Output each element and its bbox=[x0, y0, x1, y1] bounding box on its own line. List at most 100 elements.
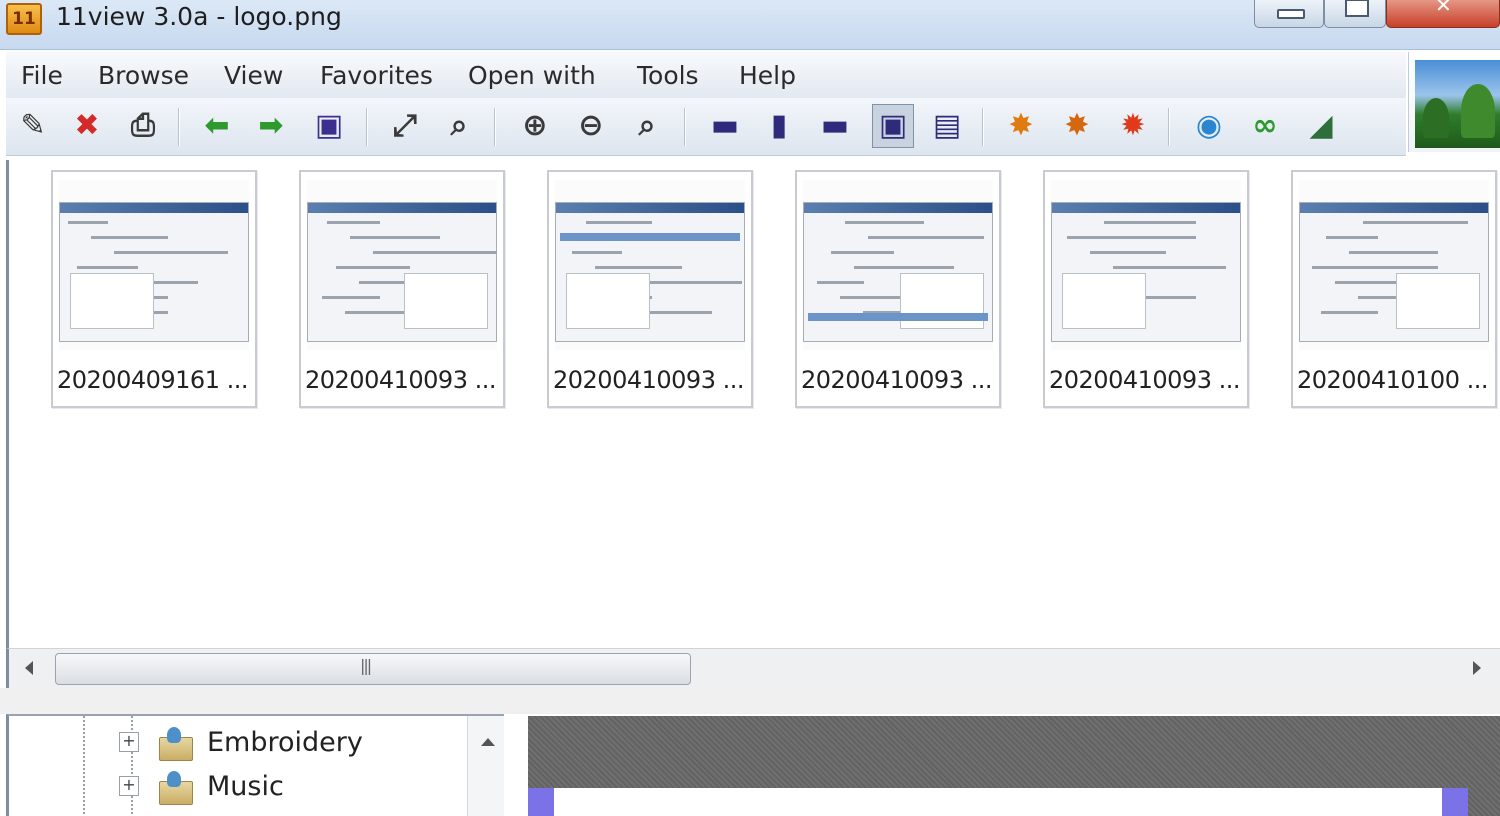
thumbnail-filename: 20200410093 ... bbox=[801, 366, 992, 394]
screenshot-preview bbox=[59, 202, 249, 342]
view-film-button[interactable]: ▤ bbox=[926, 104, 968, 148]
contrast-button[interactable]: ✹ bbox=[1112, 104, 1154, 148]
screenshot-preview bbox=[555, 202, 745, 342]
zoom-fit-button[interactable]: ⌕ bbox=[438, 104, 480, 148]
brightness-up-button[interactable]: ✸ bbox=[1000, 104, 1042, 148]
landscape-logo-image bbox=[1415, 60, 1500, 148]
maximize-button[interactable] bbox=[1324, 0, 1386, 28]
thumbnail-image bbox=[1051, 180, 1241, 350]
zoom-in-button[interactable]: ⊕ bbox=[514, 104, 556, 148]
forward-arrow-button[interactable]: ➡ bbox=[250, 104, 292, 148]
menu-file[interactable]: File bbox=[21, 56, 63, 96]
expand-icon[interactable]: + bbox=[119, 776, 139, 796]
brightness-up-icon: ✸ bbox=[1008, 108, 1034, 143]
menu-view[interactable]: View bbox=[224, 56, 283, 96]
view-wide-button[interactable]: ▬ bbox=[814, 104, 856, 148]
fullscreen-icon: ⤢ bbox=[393, 108, 417, 143]
contrast-icon: ✹ bbox=[1120, 108, 1146, 143]
thumbnail-filename: 20200410100 ... bbox=[1297, 366, 1488, 394]
delete-button[interactable]: ✖ bbox=[66, 104, 108, 148]
thumbnail-image bbox=[1299, 180, 1489, 350]
zoom-out-button[interactable]: ⊖ bbox=[570, 104, 612, 148]
edit-button[interactable]: ✎ bbox=[12, 104, 54, 148]
scroll-right-icon[interactable] bbox=[1473, 661, 1481, 675]
thumbnail-image bbox=[555, 180, 745, 350]
scroll-up-icon[interactable] bbox=[481, 738, 495, 746]
tree-item-label: Music bbox=[207, 770, 284, 802]
screenshot-preview bbox=[1299, 202, 1489, 342]
thumbnail-item[interactable]: 20200410093 ... bbox=[547, 170, 753, 408]
thumbnail-item[interactable]: 20200410093 ... bbox=[299, 170, 505, 408]
thumbnail-filename: 20200410093 ... bbox=[1049, 366, 1240, 394]
expand-icon[interactable]: + bbox=[119, 732, 139, 752]
folder-icon bbox=[157, 769, 193, 805]
logo-preview bbox=[1408, 52, 1500, 152]
thumbnail-image bbox=[307, 180, 497, 350]
screenshot-preview bbox=[803, 202, 993, 342]
forward-arrow-icon: ➡ bbox=[258, 108, 284, 143]
tree-item-embroidery[interactable]: + Embroidery bbox=[119, 722, 363, 762]
view-tall-icon: ▮ bbox=[770, 108, 788, 143]
image-preview-pane bbox=[528, 716, 1500, 816]
menu-favorites[interactable]: Favorites bbox=[320, 56, 433, 96]
landscape-image-button[interactable]: ◢ bbox=[1300, 104, 1342, 148]
tree-vertical-scrollbar[interactable] bbox=[467, 716, 504, 816]
thumbnail-item[interactable]: 20200410100 ... bbox=[1291, 170, 1497, 408]
link-button[interactable]: ∞ bbox=[1244, 104, 1286, 148]
rotate-button[interactable]: ◉ bbox=[1188, 104, 1230, 148]
title-bar: 11 11view 3.0a - logo.png bbox=[0, 0, 1500, 50]
brightness-down-button[interactable]: ✸ bbox=[1056, 104, 1098, 148]
screenshot-preview bbox=[307, 202, 497, 342]
zoom-in-icon: ⊕ bbox=[522, 108, 548, 143]
thumbnail-filename: 20200410093 ... bbox=[305, 366, 496, 394]
zoom-fit-icon: ⌕ bbox=[450, 108, 468, 143]
view-small-button[interactable]: ▬ bbox=[704, 104, 746, 148]
slideshow-icon: ▣ bbox=[314, 108, 344, 143]
toolbar-separator bbox=[178, 108, 180, 146]
zoom-actual-button[interactable]: ⌕ bbox=[626, 104, 668, 148]
print-icon: ⎙ bbox=[131, 108, 155, 143]
view-thumbnails-icon: ▣ bbox=[878, 108, 908, 143]
view-wide-icon: ▬ bbox=[820, 108, 850, 143]
menu-tools[interactable]: Tools bbox=[637, 56, 699, 96]
print-button[interactable]: ⎙ bbox=[122, 104, 164, 148]
app-logo-icon: 11 bbox=[6, 3, 42, 35]
scrollbar-thumb[interactable] bbox=[55, 653, 691, 685]
thumbnail-item[interactable]: 20200410093 ... bbox=[795, 170, 1001, 408]
thumbnail-item[interactable]: 20200409161 ... bbox=[51, 170, 257, 408]
scroll-left-icon[interactable] bbox=[25, 661, 33, 675]
edit-icon: ✎ bbox=[20, 108, 46, 143]
toolbar-separator bbox=[366, 108, 368, 146]
back-arrow-button[interactable]: ⬅ bbox=[196, 104, 238, 148]
menu-open-with[interactable]: Open with bbox=[468, 56, 596, 96]
toolbar-separator bbox=[982, 108, 984, 146]
pane-splitter[interactable] bbox=[0, 688, 1500, 714]
thumbnail-item[interactable]: 20200410093 ... bbox=[1043, 170, 1249, 408]
folder-tree: + Embroidery + Music bbox=[6, 714, 504, 816]
rotate-icon: ◉ bbox=[1195, 108, 1223, 143]
view-thumbnails-button[interactable]: ▣ bbox=[872, 104, 914, 148]
zoom-actual-icon: ⌕ bbox=[638, 108, 656, 143]
thumbnail-browser: 20200409161 ... 20200410093 ... 2020041009… bbox=[6, 160, 1500, 648]
link-icon: ∞ bbox=[1252, 108, 1278, 143]
toolbar-separator bbox=[684, 108, 686, 146]
toolbar: ✎ ✖ ⎙ ⬅ ➡ ▣ ⤢ ⌕ ⊕ ⊖ ⌕ ▬ ▮ ▬ ▣ ▤ ✸ ✸ ✹ ◉ ∞ ◢ bbox=[6, 98, 1406, 156]
thumbnail-filename: 20200409161 ... bbox=[57, 366, 248, 394]
menu-help[interactable]: Help bbox=[739, 56, 796, 96]
view-tall-button[interactable]: ▮ bbox=[758, 104, 800, 148]
fullscreen-button[interactable]: ⤢ bbox=[384, 104, 426, 148]
brightness-down-icon: ✸ bbox=[1064, 108, 1090, 143]
tree-item-music[interactable]: + Music bbox=[119, 766, 284, 806]
thumbnail-filename: 20200410093 ... bbox=[553, 366, 744, 394]
thumbnail-image bbox=[59, 180, 249, 350]
back-arrow-icon: ⬅ bbox=[204, 108, 230, 143]
slideshow-button[interactable]: ▣ bbox=[308, 104, 350, 148]
minimize-button[interactable] bbox=[1254, 0, 1324, 28]
toolbar-separator bbox=[494, 108, 496, 146]
menu-browse[interactable]: Browse bbox=[98, 56, 189, 96]
thumbnail-image bbox=[803, 180, 993, 350]
toolbar-separator bbox=[1168, 108, 1170, 146]
horizontal-scrollbar[interactable] bbox=[6, 648, 1500, 688]
preview-image bbox=[528, 788, 1468, 816]
close-button[interactable] bbox=[1386, 0, 1500, 28]
